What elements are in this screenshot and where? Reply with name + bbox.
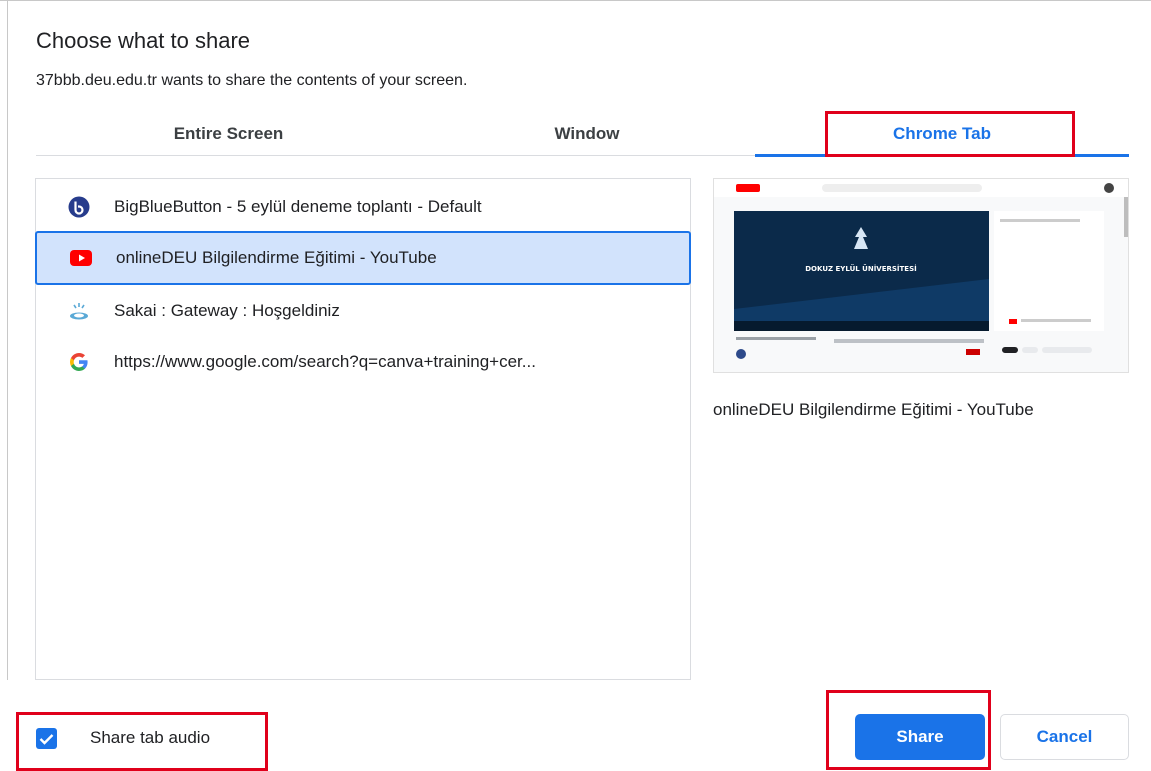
list-item-selected[interactable]: onlineDEU Bilgilendirme Eğitimi - YouTub… <box>35 231 691 285</box>
list-item-label: https://www.google.com/search?q=canva+tr… <box>114 352 536 371</box>
tab-preview-thumbnail: DOKUZ EYLÜL ÜNİVERSİTESİ <box>713 178 1129 373</box>
preview-caption: onlineDEU Bilgilendirme Eğitimi - YouTub… <box>713 400 1034 419</box>
window-left-border <box>7 0 8 680</box>
window-top-border <box>0 0 1151 1</box>
list-item[interactable]: Sakai : Gateway : Hoşgeldiniz <box>36 285 690 337</box>
tab-chrome-tab[interactable]: Chrome Tab <box>755 112 1129 157</box>
bigbluebutton-icon <box>68 196 90 218</box>
sakai-icon <box>68 300 90 322</box>
share-source-tabs: Entire Screen Window Chrome Tab <box>36 112 1129 157</box>
tab-entire-screen[interactable]: Entire Screen <box>36 112 421 155</box>
dialog-subtitle: 37bbb.deu.edu.tr wants to share the cont… <box>36 72 468 89</box>
checkmark-icon <box>39 733 54 745</box>
share-button[interactable]: Share <box>855 714 985 760</box>
tab-list: BigBlueButton - 5 eylül deneme toplantı … <box>35 178 691 680</box>
list-item-label: BigBlueButton - 5 eylül deneme toplantı … <box>114 197 482 216</box>
list-item[interactable]: BigBlueButton - 5 eylül deneme toplantı … <box>36 181 690 233</box>
dialog-title: Choose what to share <box>36 28 251 53</box>
preview-video-title: DOKUZ EYLÜL ÜNİVERSİTESİ <box>805 264 917 273</box>
share-audio-checkbox[interactable] <box>36 728 57 749</box>
tab-window[interactable]: Window <box>421 112 753 155</box>
list-item-label: onlineDEU Bilgilendirme Eğitimi - YouTub… <box>116 248 437 267</box>
preview-image: DOKUZ EYLÜL ÜNİVERSİTESİ <box>714 179 1128 372</box>
list-item[interactable]: https://www.google.com/search?q=canva+tr… <box>36 336 690 388</box>
list-item-label: Sakai : Gateway : Hoşgeldiniz <box>114 301 340 320</box>
google-icon <box>68 351 90 373</box>
cancel-button[interactable]: Cancel <box>1000 714 1129 760</box>
share-audio-label[interactable]: Share tab audio <box>90 728 210 748</box>
youtube-icon <box>70 247 92 269</box>
